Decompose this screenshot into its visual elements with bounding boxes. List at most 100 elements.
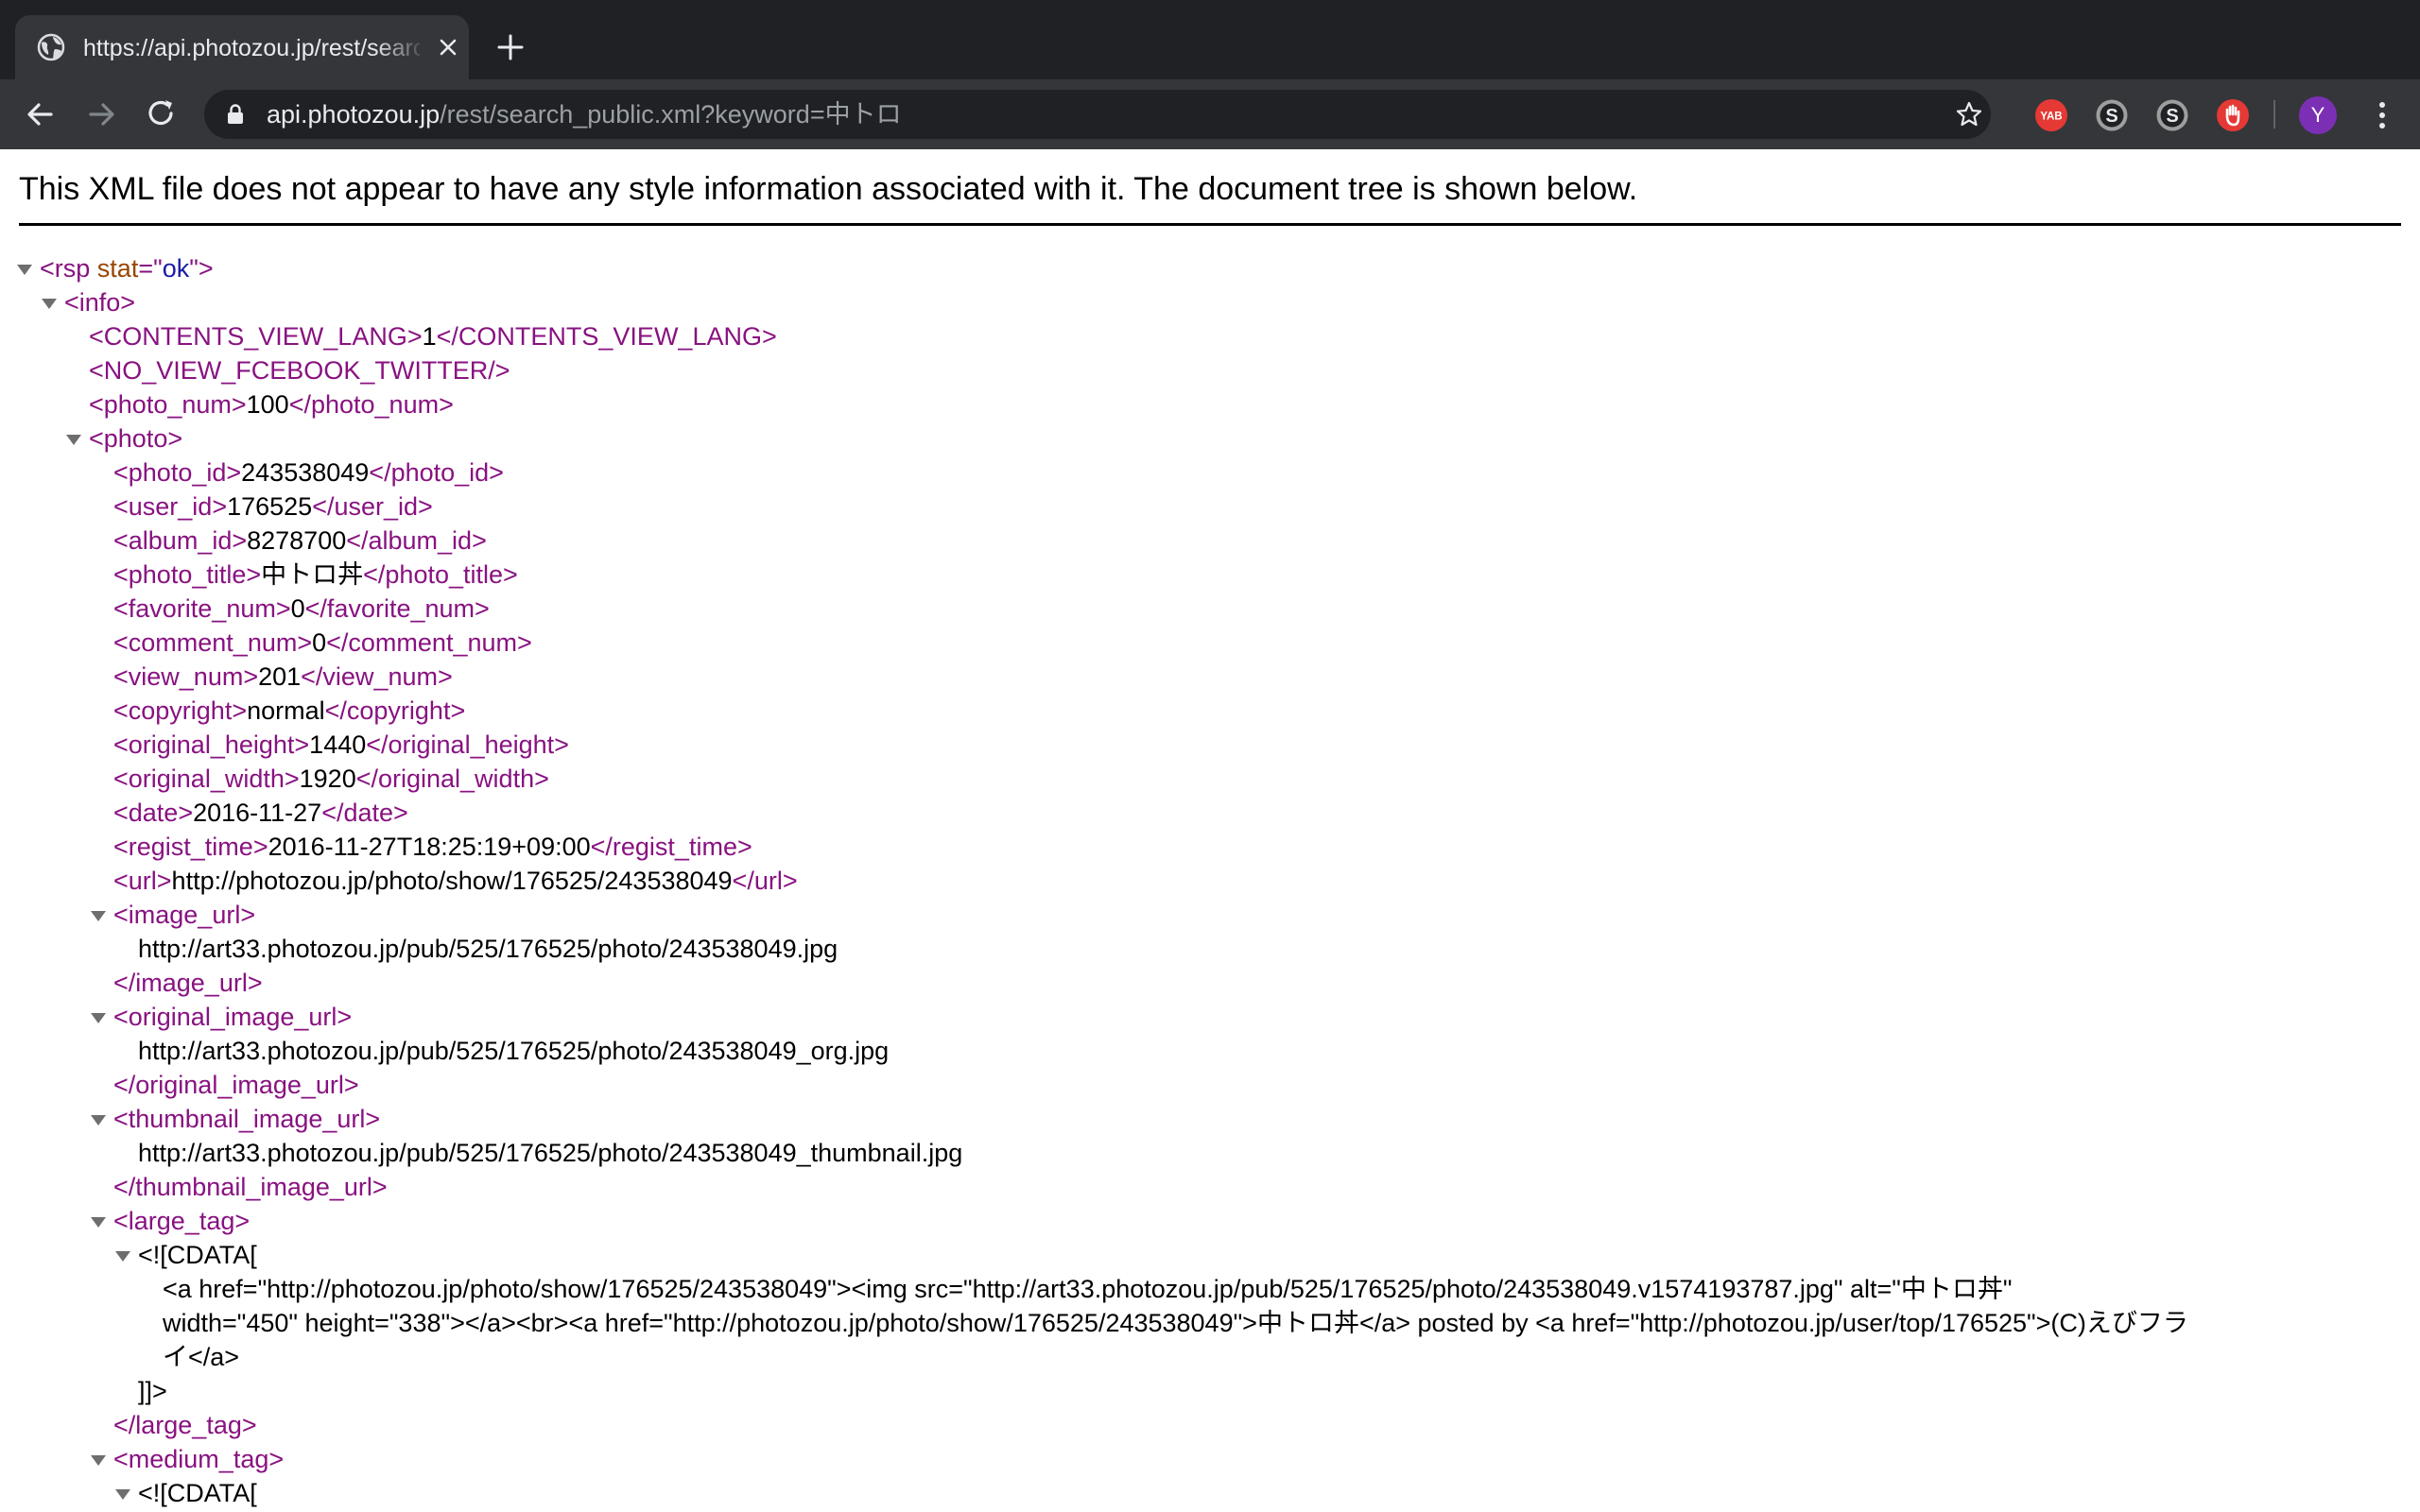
browser-toolbar: api.photozou.jp/rest/search_public.xml?k… — [0, 79, 2420, 149]
collapse-triangle-icon[interactable] — [115, 1489, 130, 1500]
xml-line: <photo_title>中トロ丼</photo_title> — [113, 558, 518, 592]
xml-text: <![CDATA[ — [138, 1479, 257, 1507]
collapse-triangle-icon[interactable] — [115, 1251, 130, 1262]
xml-line: http://art33.photozou.jp/pub/525/176525/… — [138, 932, 838, 966]
xml-line: イ</a> — [163, 1340, 239, 1374]
url-path: /rest/search_public.xml?keyword=中トロ — [440, 100, 902, 129]
xml-close-tag: </photo_id> — [369, 458, 504, 487]
xml-open-tag: <album_id> — [113, 526, 248, 555]
xml-open-tag: <copyright> — [113, 696, 248, 725]
xml-line: <photo> — [66, 421, 182, 455]
xml-text: 中トロ丼 — [261, 560, 364, 589]
xml-close-tag: </photo_title> — [363, 560, 518, 589]
lock-icon[interactable] — [223, 102, 248, 127]
xml-text: 1 — [422, 322, 437, 351]
xml-open-tag: <user_id> — [113, 492, 228, 521]
address-url: api.photozou.jp/rest/search_public.xml?k… — [267, 97, 902, 131]
collapse-triangle-icon[interactable] — [91, 1115, 106, 1125]
xml-open-tag: <url> — [113, 867, 172, 895]
new-tab-icon[interactable] — [492, 28, 529, 66]
xml-line: <a href="http://photozou.jp/photo/show/1… — [163, 1272, 2012, 1306]
xml-text: 0 — [312, 628, 327, 657]
xml-text: 100 — [246, 390, 289, 419]
collapse-triangle-icon[interactable] — [66, 435, 81, 445]
xml-line: </thumbnail_image_url> — [113, 1170, 388, 1204]
xml-text: http://art33.photozou.jp/pub/525/176525/… — [138, 1139, 963, 1167]
url-host: api.photozou.jp — [267, 100, 441, 129]
xml-close-tag: </original_width> — [355, 765, 549, 793]
collapse-triangle-icon[interactable] — [91, 1013, 106, 1023]
xml-attr-value: ok — [162, 254, 190, 283]
xml-text: width="450" height="338"></a><br><a href… — [163, 1309, 2188, 1337]
xml-line: <thumbnail_image_url> — [91, 1102, 381, 1136]
xml-close-tag: </image_url> — [113, 969, 263, 997]
xml-open-tag: <NO_VIEW_FCEBOOK_TWITTER/> — [89, 356, 510, 385]
xml-text: 1440 — [309, 730, 367, 759]
xml-open-tag: <date> — [113, 799, 194, 827]
xml-line: <date>2016-11-27</date> — [113, 796, 408, 830]
collapse-triangle-icon[interactable] — [91, 1455, 106, 1466]
xml-text: http://photozou.jp/photo/show/176525/243… — [171, 867, 733, 895]
xml-open-tag: <original_width> — [113, 765, 300, 793]
bookmark-star-icon[interactable] — [1955, 100, 1983, 129]
xml-close-tag: </url> — [732, 867, 798, 895]
xml-close-tag: </date> — [321, 799, 408, 827]
xml-line: </large_tag> — [113, 1408, 257, 1442]
back-arrow-icon[interactable] — [19, 93, 62, 136]
xml-open-tag: <photo_num> — [89, 390, 247, 419]
more-menu-icon[interactable] — [2363, 96, 2401, 134]
close-tab-icon[interactable] — [435, 34, 461, 60]
xml-open-tag: <thumbnail_image_url> — [113, 1105, 381, 1133]
xml-line: <info> — [42, 285, 136, 319]
xml-line: <regist_time>2016-11-27T18:25:19+09:00</… — [113, 830, 752, 864]
xml-attr-punct: " — [189, 254, 199, 283]
xml-text: <![CDATA[ — [138, 1241, 257, 1269]
collapse-triangle-icon[interactable] — [17, 265, 32, 275]
xml-open-tag: <large_tag> — [113, 1207, 251, 1235]
xml-attr-name: stat — [96, 254, 139, 283]
s-extension-label: S — [2105, 106, 2118, 127]
xml-text: 0 — [290, 594, 305, 623]
collapse-triangle-icon[interactable] — [91, 1217, 106, 1228]
collapse-triangle-icon[interactable] — [42, 299, 57, 309]
xml-line: </original_image_url> — [113, 1068, 359, 1102]
xml-close-tag: </copyright> — [324, 696, 466, 725]
xml-text: normal — [247, 696, 325, 725]
xml-close-tag: </user_id> — [312, 492, 433, 521]
collapse-triangle-icon[interactable] — [91, 911, 106, 921]
xml-line: <original_image_url> — [91, 1000, 353, 1034]
yab-label: YAB — [2040, 112, 2062, 123]
xml-line: <rsp stat="ok"> — [17, 251, 214, 285]
xml-text: イ</a> — [163, 1343, 240, 1371]
yab-badge-icon: YAB — [2035, 99, 2067, 131]
yab-extension-icon[interactable]: YAB — [2034, 98, 2068, 132]
xml-close-tag: </regist_time> — [590, 833, 752, 861]
xml-close-tag: </large_tag> — [113, 1411, 257, 1439]
active-tab[interactable]: https://api.photozou.jp/rest/search_publ… — [15, 15, 469, 79]
xml-line: <original_height>1440</original_height> — [113, 728, 569, 762]
profile-avatar[interactable]: Y — [2299, 96, 2337, 134]
xml-open-tag: <info> — [64, 288, 136, 317]
xml-open-tag: <original_image_url> — [113, 1003, 353, 1031]
reload-icon[interactable] — [140, 93, 183, 136]
xml-line: <![CDATA[ — [115, 1238, 257, 1272]
xml-open-tag: <original_height> — [113, 730, 310, 759]
xml-open-tag: <CONTENTS_VIEW_LANG> — [89, 322, 423, 351]
xml-text: http://art33.photozou.jp/pub/525/176525/… — [138, 935, 838, 963]
xml-line: <user_id>176525</user_id> — [113, 490, 433, 524]
address-bar[interactable]: api.photozou.jp/rest/search_public.xml?k… — [204, 90, 1991, 139]
s-extension-label-2: S — [2166, 106, 2178, 127]
xml-open-tag: <comment_num> — [113, 628, 313, 657]
hand-blocker-extension-icon[interactable] — [2216, 98, 2250, 132]
xml-line: width="450" height="338"></a><br><a href… — [163, 1306, 2188, 1340]
xml-line: <url>http://photozou.jp/photo/show/17652… — [113, 864, 798, 898]
xml-line: <comment_num>0</comment_num> — [113, 626, 532, 660]
forward-arrow-icon[interactable] — [79, 93, 123, 136]
xml-close-tag: </favorite_num> — [304, 594, 490, 623]
xml-text: http://art33.photozou.jp/pub/525/176525/… — [138, 1037, 890, 1065]
page-content: This XML file does not appear to have an… — [0, 149, 2420, 1512]
xml-open-tag: <image_url> — [113, 901, 256, 929]
tab-strip: https://api.photozou.jp/rest/search_publ… — [0, 0, 2420, 79]
s-extension-icon-2[interactable]: S — [2155, 98, 2189, 132]
s-extension-icon[interactable]: S — [2095, 98, 2129, 132]
